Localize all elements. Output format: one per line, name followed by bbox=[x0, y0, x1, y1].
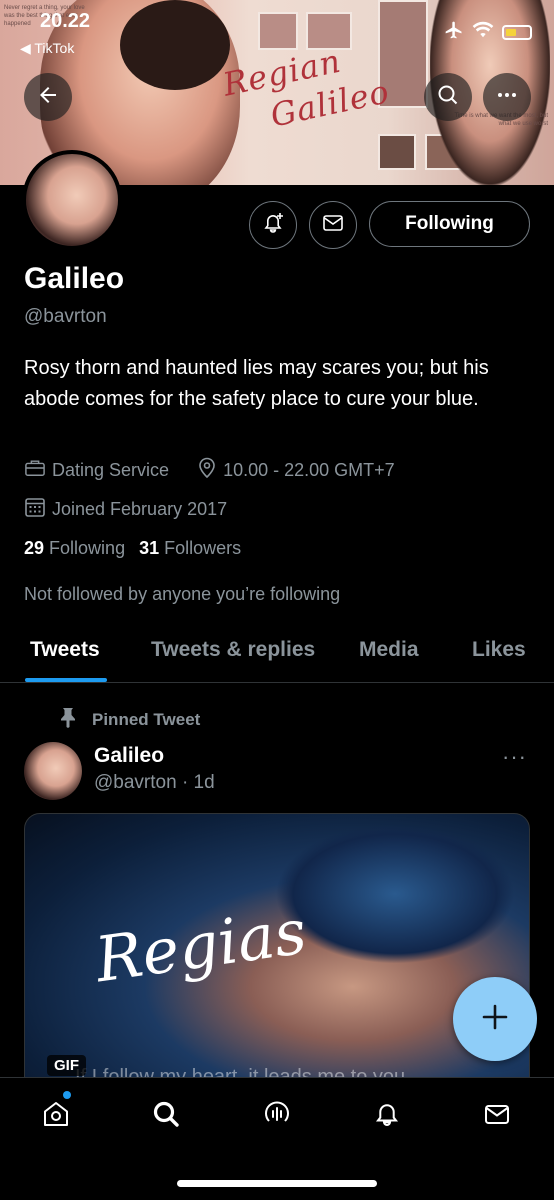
tweet-author-handle-time: @bavrton · 1d bbox=[94, 772, 215, 793]
tab-tweets-replies[interactable]: Tweets & replies bbox=[151, 638, 315, 662]
nav-spaces[interactable] bbox=[257, 1096, 297, 1136]
followers-count: 31 bbox=[139, 538, 160, 558]
profile-handle: @bavrton bbox=[24, 306, 107, 327]
notification-add-icon bbox=[261, 211, 285, 240]
pin-icon bbox=[58, 706, 78, 733]
location-pin-icon bbox=[197, 457, 217, 484]
tab-tweets[interactable]: Tweets bbox=[30, 638, 100, 662]
profile-meta-row-2: Joined February 2017 bbox=[24, 496, 227, 523]
briefcase-icon bbox=[24, 458, 46, 483]
following-count-link[interactable]: 29 Following bbox=[24, 538, 125, 559]
followers-label: Followers bbox=[164, 538, 242, 558]
notification-subscribe-button[interactable] bbox=[249, 201, 297, 249]
home-unread-dot bbox=[63, 1091, 71, 1099]
calendar-icon bbox=[24, 496, 46, 523]
profile-meta-row-1: Dating Service 10.00 - 22.00 GMT+7 bbox=[24, 457, 395, 484]
following-count: 29 bbox=[24, 538, 45, 558]
home-indicator-bar[interactable] bbox=[177, 1180, 377, 1187]
back-button[interactable] bbox=[24, 73, 72, 121]
profile-tabs: Tweets Tweets & replies Media Likes bbox=[0, 620, 554, 683]
wifi-icon bbox=[472, 21, 494, 44]
nav-messages[interactable] bbox=[477, 1096, 517, 1136]
tweet-more-button[interactable]: ··· bbox=[502, 744, 527, 770]
tab-likes[interactable]: Likes bbox=[472, 638, 526, 662]
tweet-media-gif[interactable]: Regias If I follow my heart, it leads me… bbox=[24, 813, 530, 1103]
followers-count-link[interactable]: 31 Followers bbox=[139, 538, 241, 559]
following-button[interactable]: Following bbox=[369, 201, 530, 247]
profile-location: 10.00 - 22.00 GMT+7 bbox=[223, 460, 395, 480]
nav-explore[interactable] bbox=[146, 1096, 186, 1136]
message-button[interactable] bbox=[309, 201, 357, 249]
home-icon bbox=[41, 1099, 71, 1134]
profile-name: Galileo bbox=[24, 262, 125, 295]
search-icon bbox=[436, 83, 460, 112]
banner-hair-left bbox=[120, 0, 230, 90]
explore-search-icon bbox=[151, 1099, 181, 1134]
mail-icon bbox=[321, 211, 345, 240]
compose-plus-icon bbox=[480, 1002, 510, 1037]
media-hair-shape bbox=[275, 824, 515, 964]
battery-icon bbox=[502, 25, 532, 40]
status-time: 20.22 bbox=[40, 10, 91, 32]
bell-icon bbox=[372, 1099, 402, 1134]
banner-script-text: Regian Galileo bbox=[219, 32, 393, 144]
nav-notifications[interactable] bbox=[367, 1096, 407, 1136]
airplane-icon bbox=[444, 20, 464, 45]
media-script-text: Regias bbox=[90, 894, 311, 997]
search-button[interactable] bbox=[424, 73, 472, 121]
profile-joined: Joined February 2017 bbox=[52, 499, 228, 519]
tweet-author-name[interactable]: Galileo bbox=[94, 744, 164, 768]
following-label: Following bbox=[49, 538, 126, 558]
follow-counts: 29 Following 31 Followers bbox=[24, 538, 241, 559]
pinned-label-row: Pinned Tweet bbox=[58, 706, 200, 733]
not-followed-notice: Not followed by anyone you’re following bbox=[24, 584, 341, 604]
spaces-icon bbox=[262, 1099, 292, 1134]
tweet-author-avatar[interactable] bbox=[24, 742, 82, 800]
active-tab-indicator bbox=[25, 678, 107, 682]
profile-bio: Rosy thorn and haunted lies may scares y… bbox=[24, 357, 489, 410]
status-icons bbox=[444, 20, 532, 45]
messages-icon bbox=[482, 1099, 512, 1134]
tab-media[interactable]: Media bbox=[359, 638, 419, 662]
back-to-app[interactable]: ◀ TikTok bbox=[20, 40, 74, 57]
profile-category: Dating Service bbox=[52, 460, 170, 480]
compose-tweet-button[interactable] bbox=[453, 977, 537, 1061]
banner-tile bbox=[378, 134, 416, 170]
more-icon bbox=[495, 83, 519, 112]
banner-tile bbox=[258, 12, 298, 50]
nav-home[interactable] bbox=[36, 1096, 76, 1136]
back-arrow-icon bbox=[36, 83, 60, 112]
gif-badge: GIF bbox=[47, 1055, 86, 1076]
pinned-tweet-label: Pinned Tweet bbox=[92, 709, 201, 729]
profile-avatar[interactable] bbox=[22, 150, 122, 250]
more-button[interactable] bbox=[483, 73, 531, 121]
